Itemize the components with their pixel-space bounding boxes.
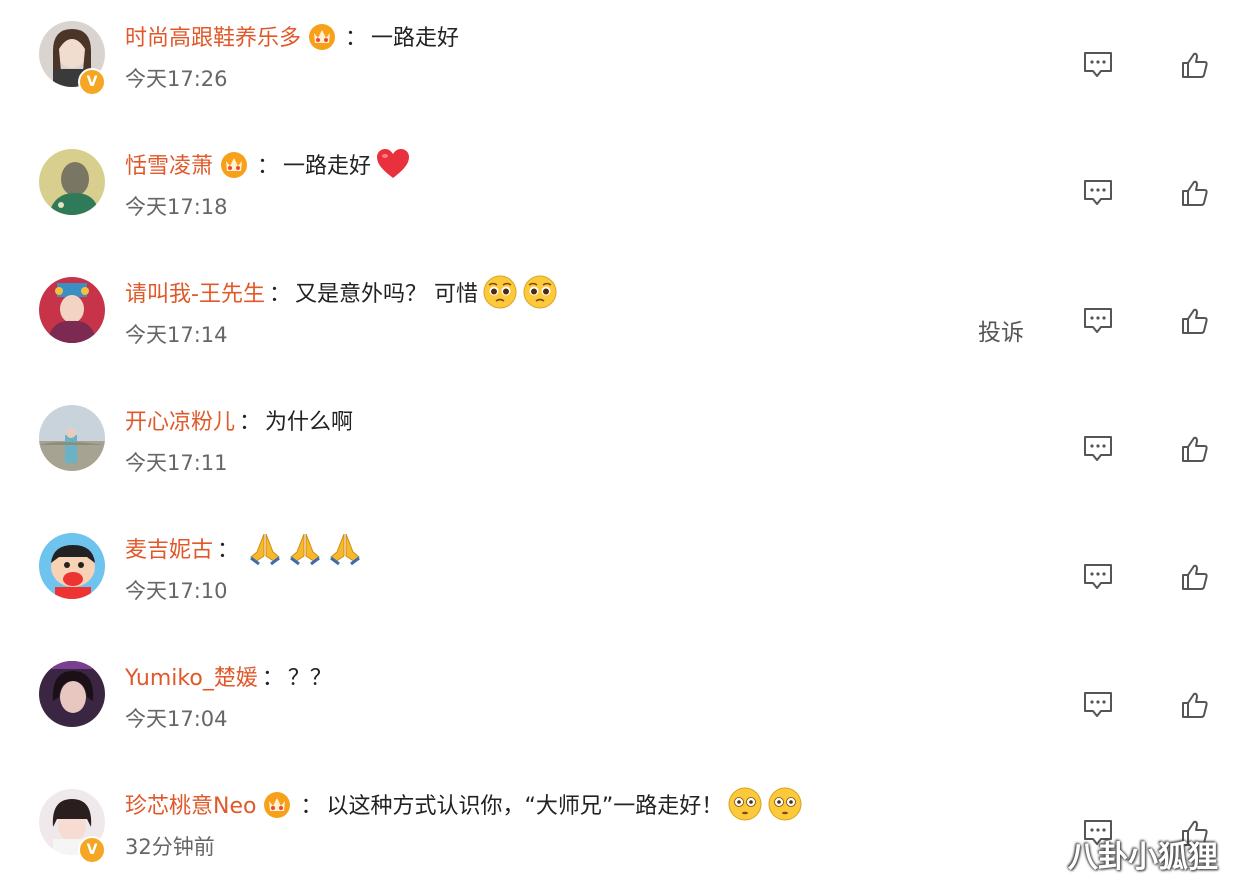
avatar[interactable]: [39, 149, 105, 215]
username-link[interactable]: 麦吉妮古: [125, 532, 213, 564]
vip-badge-icon: [309, 24, 336, 50]
comment-time: 今天17:18: [125, 195, 228, 219]
comment-icon[interactable]: [1083, 179, 1113, 211]
comment-icon[interactable]: [1083, 691, 1113, 723]
comment-text: 为什么啊: [265, 410, 354, 435]
comment-item: Yumiko_楚媛：？？ 今天17:04: [0, 640, 1260, 768]
verified-badge-icon: V: [78, 836, 106, 864]
comment-item: 开心凉粉儿：为什么啊今天17:11: [0, 384, 1260, 512]
folded-hands-emoji: [330, 533, 360, 566]
comment-item: V 时尚高跟鞋养乐多 ：一路走好今天17:26: [0, 0, 1260, 128]
comment-line: 请叫我-王先生：又是意外吗？ 可惜: [125, 275, 558, 309]
separator: ：: [268, 282, 291, 307]
comment-time: 今天17:11: [125, 451, 228, 475]
separator: ：: [261, 666, 284, 691]
username-link[interactable]: 时尚高跟鞋养乐多: [125, 20, 301, 52]
pleading-face-emoji: [523, 275, 557, 309]
comment-line: 时尚高跟鞋养乐多 ：一路走好: [125, 19, 459, 53]
comment-icon[interactable]: [1083, 563, 1113, 595]
avatar[interactable]: [39, 661, 105, 727]
comment-line: Yumiko_楚媛：？？: [125, 659, 332, 693]
vip-badge-icon: [264, 792, 291, 818]
thumbs-up-icon[interactable]: [1181, 307, 1209, 339]
separator: ：: [239, 410, 262, 435]
vip-badge-icon: [221, 152, 248, 178]
username-link[interactable]: 珍芯桃意Neo: [125, 788, 256, 820]
comment-time: 今天17:10: [125, 579, 228, 603]
separator: ：: [300, 794, 323, 819]
watermark: 八卦小狐狸: [1068, 840, 1218, 875]
red-heart-emoji: [377, 149, 410, 178]
separator: ：: [217, 538, 240, 563]
thumbs-up-icon[interactable]: [1181, 179, 1209, 211]
comment-text: 又是意外吗？ 可惜: [294, 282, 478, 307]
comment-line: 麦吉妮古：: [125, 531, 363, 566]
separator: ：: [345, 26, 368, 51]
username-link[interactable]: 恬雪凌萧: [125, 148, 213, 180]
verified-badge-icon: V: [78, 68, 106, 96]
report-link[interactable]: 投诉: [978, 313, 1024, 347]
comment-icon[interactable]: [1083, 51, 1113, 83]
comment-item: 麦吉妮古： 今天17:10: [0, 512, 1260, 640]
comment-time: 今天17:26: [125, 67, 228, 91]
thumbs-up-icon[interactable]: [1181, 435, 1209, 467]
flushed-face-emoji: [768, 787, 802, 821]
comment-text: ？？: [287, 666, 332, 691]
comment-text: 一路走好: [371, 26, 460, 51]
separator: ：: [257, 154, 280, 179]
comment-icon[interactable]: [1083, 435, 1113, 467]
comment-time: 今天17:04: [125, 707, 228, 731]
username-link[interactable]: Yumiko_楚媛: [125, 660, 258, 692]
folded-hands-emoji: [250, 533, 280, 566]
username-link[interactable]: 开心凉粉儿: [125, 404, 235, 436]
avatar[interactable]: [39, 405, 105, 471]
comment-text: 以这种方式认识你，“大师兄”一路走好！: [326, 794, 724, 819]
pleading-face-emoji: [483, 275, 517, 309]
thumbs-up-icon[interactable]: [1181, 563, 1209, 595]
comment-line: 开心凉粉儿：为什么啊: [125, 403, 353, 437]
comment-time: 今天17:14: [125, 323, 228, 347]
avatar[interactable]: [39, 533, 105, 599]
flushed-face-emoji: [728, 787, 762, 821]
avatar[interactable]: [39, 277, 105, 343]
username-link[interactable]: 请叫我-王先生: [125, 276, 265, 308]
comment-text: 一路走好: [283, 154, 372, 179]
comment-item: 恬雪凌萧 ：一路走好今天17:18: [0, 128, 1260, 256]
thumbs-up-icon[interactable]: [1181, 691, 1209, 723]
thumbs-up-icon[interactable]: [1181, 51, 1209, 83]
comment-item: 请叫我-王先生：又是意外吗？ 可惜今天17:14 投诉: [0, 256, 1260, 384]
comment-icon[interactable]: [1083, 307, 1113, 339]
comment-line: 珍芯桃意Neo ：以这种方式认识你，“大师兄”一路走好！: [125, 787, 803, 821]
folded-hands-emoji: [290, 533, 320, 566]
comment-line: 恬雪凌萧 ：一路走好: [125, 147, 411, 181]
comment-time: 32分钟前: [125, 835, 215, 859]
